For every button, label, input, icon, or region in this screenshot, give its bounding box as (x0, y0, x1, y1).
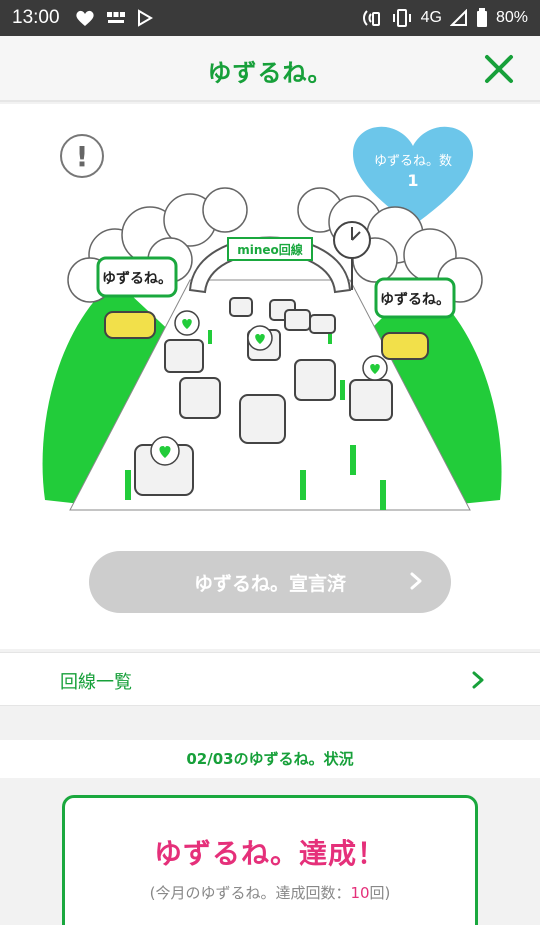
info-icon: ! (75, 139, 89, 173)
bbc-news-icon (106, 10, 126, 26)
battery-icon (476, 8, 488, 28)
app-bar: ゆずるね。 (0, 36, 540, 102)
page-title: ゆずるね。 (207, 59, 333, 87)
signal-icon (449, 9, 468, 27)
speech-bubble-right: ゆずるね。 (380, 291, 450, 308)
nfc-icon (361, 7, 383, 29)
status-bar: 13:00 4G 80% (0, 0, 540, 36)
status-title: 02/03のゆずるね。状況 (0, 740, 540, 778)
vibrate-icon (391, 8, 413, 28)
lines-list-row[interactable]: 回線一覧 (0, 652, 540, 706)
battery-level: 80% (495, 9, 528, 26)
close-button[interactable] (482, 52, 516, 86)
network-type: 4G (420, 9, 442, 26)
declare-button-label: ゆずるね。宣言済 (193, 572, 346, 595)
highway-illustration: mineo回線 ゆずるね。 ゆずるね。 (42, 187, 502, 511)
result-card: ゆずるね。達成！ (今月のゆずるね。達成回数：10回) (62, 795, 478, 925)
info-button[interactable]: ! (60, 134, 104, 178)
heart-leaf-icon (74, 9, 96, 27)
mineo-sign: mineo回線 (237, 242, 303, 257)
speech-bubble-left: ゆずるね。 (102, 270, 172, 287)
chevron-right-icon (410, 572, 422, 590)
close-icon (485, 55, 513, 83)
result-main-text: ゆずるね。達成！ (153, 837, 386, 870)
monthly-count-value: 10 (350, 884, 370, 902)
yuzurune-count-label: ゆずるね。数 (373, 154, 452, 169)
status-time: 13:00 (12, 7, 60, 28)
chevron-right-icon (472, 671, 484, 689)
declare-button[interactable]: ゆずるね。宣言済 (89, 551, 451, 613)
monthly-count-text: (今月のゆずるね。達成回数：10回) (149, 884, 391, 902)
play-store-icon (136, 9, 154, 27)
lines-list-label: 回線一覧 (60, 672, 132, 693)
